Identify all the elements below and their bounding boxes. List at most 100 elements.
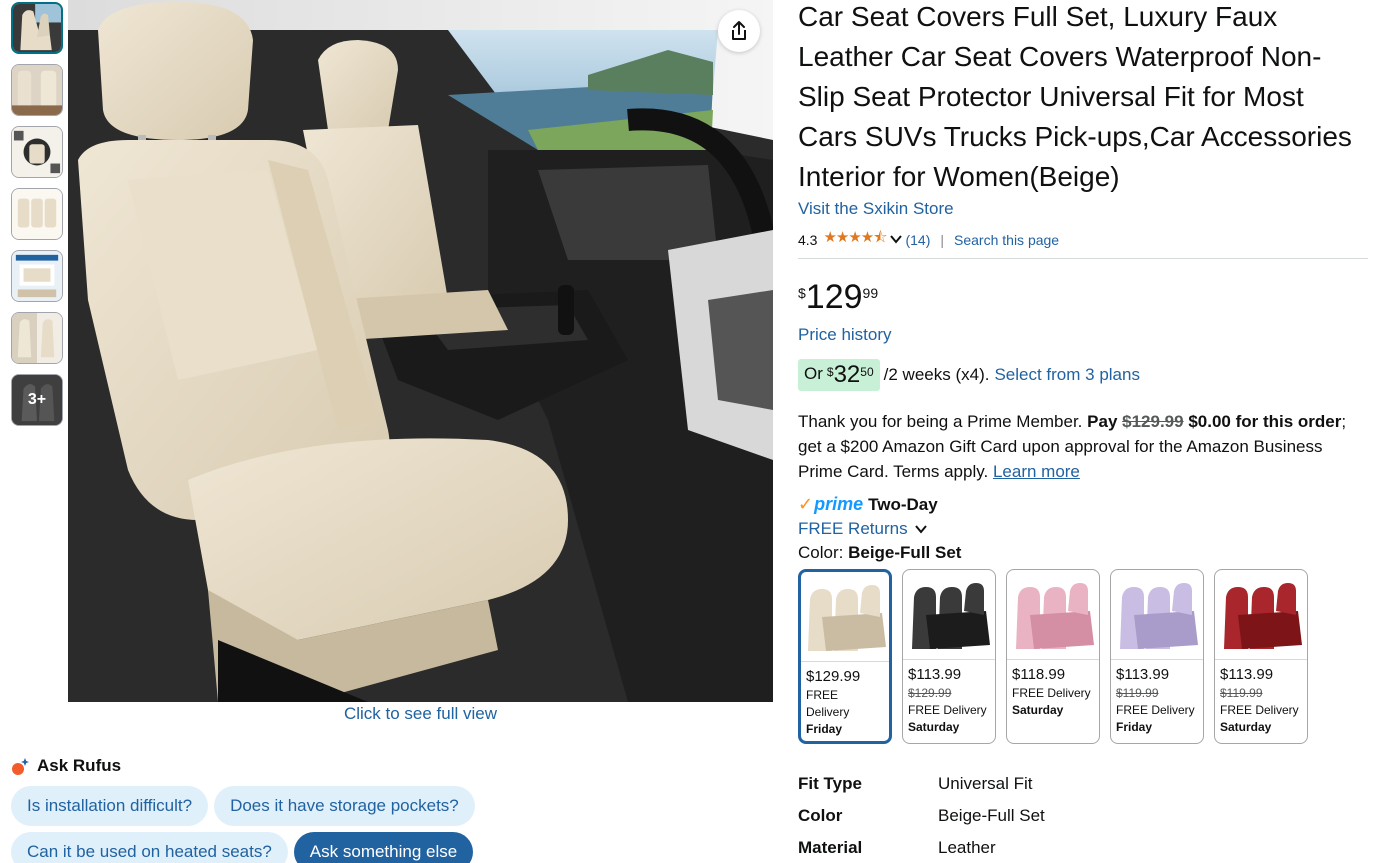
swatch-old-price: $119.99 bbox=[1220, 686, 1263, 700]
spec-row: Fit Type Universal Fit bbox=[798, 768, 1368, 800]
swatch-old-price: $129.99 bbox=[908, 686, 952, 700]
installment-whole: 32 bbox=[833, 361, 861, 388]
installment-offer: Or $ 32 50 /2 weeks (x4). Select from 3 … bbox=[798, 359, 1368, 391]
price-fraction: 99 bbox=[862, 285, 879, 301]
rating-count-link[interactable]: (14) bbox=[905, 232, 930, 248]
free-returns-label: FREE Returns bbox=[798, 519, 908, 538]
swatch-delivery-day: Saturday bbox=[1220, 720, 1272, 734]
color-swatch[interactable]: $118.99 FREE Delivery Saturday bbox=[1006, 569, 1100, 744]
swatch-delivery-day: Friday bbox=[1116, 720, 1153, 734]
product-page: 3+ Click to see full view Ask Rufus Is i… bbox=[0, 0, 1375, 863]
search-page-link[interactable]: Search this page bbox=[954, 232, 1059, 248]
swatch-info: $113.99 $129.99 FREE Delivery Saturday bbox=[903, 660, 995, 741]
color-swatch[interactable]: $113.99 $119.99 FREE Delivery Friday bbox=[1110, 569, 1204, 744]
prime-logo: ✓ prime bbox=[798, 494, 863, 515]
swatch-delivery-day: Friday bbox=[806, 722, 843, 736]
ask-rufus-section: Ask Rufus Is installation difficult? Doe… bbox=[11, 756, 511, 863]
swatch-price: $129.99 bbox=[806, 668, 861, 685]
swatch-price: $118.99 bbox=[1012, 666, 1066, 683]
prime-offer-new-price: $0.00 for this order bbox=[1188, 412, 1342, 431]
swatch-price: $113.99 bbox=[908, 666, 962, 683]
rufus-chip[interactable]: Does it have storage pockets? bbox=[214, 786, 475, 826]
thumbnail-5[interactable] bbox=[11, 250, 63, 302]
swatch-info: $118.99 FREE Delivery Saturday bbox=[1007, 660, 1099, 724]
swatch-image bbox=[1007, 570, 1099, 660]
price-symbol: $ bbox=[798, 285, 806, 301]
installment-terms: /2 weeks (x4). bbox=[883, 365, 990, 384]
prime-offer-pay: Pay bbox=[1087, 412, 1118, 431]
free-returns-link[interactable]: FREE Returns bbox=[798, 519, 1368, 539]
swatch-info: $129.99 FREE Delivery Friday bbox=[801, 662, 889, 741]
thumbnail-6[interactable] bbox=[11, 312, 63, 364]
rating-row: 4.3 ★★★★⯪ (14) | Search this page bbox=[798, 227, 1368, 259]
swatch-price: $113.99 bbox=[1220, 666, 1274, 683]
rufus-icon bbox=[11, 756, 31, 776]
price: $ 129 99 bbox=[798, 279, 1368, 315]
spec-key: Material bbox=[798, 838, 863, 857]
color-selection: Color: Beige-Full Set bbox=[798, 543, 1368, 563]
chevron-down-icon bbox=[914, 525, 927, 534]
share-icon bbox=[732, 21, 746, 40]
swatch-delivery: FREE Delivery bbox=[1012, 686, 1091, 700]
swatch-price: $113.99 bbox=[1116, 666, 1170, 683]
rating-value: 4.3 bbox=[798, 231, 818, 248]
installment-symbol: $ bbox=[826, 365, 834, 379]
thumbnail-4[interactable] bbox=[11, 188, 63, 240]
spec-value: Leather bbox=[938, 838, 996, 857]
ask-something-else-button[interactable]: Ask something else bbox=[293, 832, 474, 863]
swatch-old-price: $119.99 bbox=[1116, 686, 1159, 700]
share-button[interactable] bbox=[718, 10, 760, 52]
rufus-chip[interactable]: Is installation difficult? bbox=[11, 786, 209, 826]
rufus-chip[interactable]: Can it be used on heated seats? bbox=[11, 832, 288, 863]
thumbnail-strip: 3+ bbox=[11, 2, 63, 436]
price-history-link[interactable]: Price history bbox=[798, 325, 1368, 345]
rufus-chips: Is installation difficult? Does it have … bbox=[11, 786, 511, 863]
color-swatches: $129.99 FREE Delivery Friday $113.99 $129.99… bbox=[798, 569, 1368, 744]
prime-offer-intro: Thank you for being a Prime Member. bbox=[798, 412, 1083, 431]
spec-key: Fit Type bbox=[798, 774, 862, 793]
color-swatch[interactable]: $129.99 FREE Delivery Friday bbox=[798, 569, 892, 744]
select-plans-link[interactable]: Select from 3 plans bbox=[994, 365, 1140, 385]
swatch-image bbox=[801, 572, 889, 662]
swatch-info: $113.99 $119.99 FREE Delivery Friday bbox=[1111, 660, 1203, 741]
spec-row: Material Leather bbox=[798, 832, 1368, 863]
full-view-link[interactable]: Click to see full view bbox=[68, 704, 773, 724]
thumbnail-more[interactable]: 3+ bbox=[11, 374, 63, 426]
product-info: Car Seat Covers Full Set, Luxury Faux Le… bbox=[798, 0, 1368, 863]
thumbnail-2[interactable] bbox=[11, 64, 63, 116]
learn-more-link[interactable]: Learn more bbox=[993, 462, 1080, 481]
prime-card-offer: Thank you for being a Prime Member. Pay … bbox=[798, 409, 1368, 484]
store-link[interactable]: Visit the Sxikin Store bbox=[798, 199, 1368, 219]
spec-key: Color bbox=[798, 806, 843, 825]
divider: | bbox=[940, 231, 945, 248]
swatch-delivery-day: Saturday bbox=[1012, 703, 1064, 717]
star-rating-icon[interactable]: ★★★★⯪ bbox=[823, 227, 887, 252]
color-swatch[interactable]: $113.99 $119.99 FREE Delivery Saturday bbox=[1214, 569, 1308, 744]
spec-row: Color Beige-Full Set bbox=[798, 800, 1368, 832]
thumbnail-1[interactable] bbox=[11, 2, 63, 54]
prime-offer-old-price: $129.99 bbox=[1122, 412, 1184, 431]
swatch-delivery-day: Saturday bbox=[908, 720, 960, 734]
color-swatch[interactable]: $113.99 $129.99 FREE Delivery Saturday bbox=[902, 569, 996, 744]
main-product-image[interactable] bbox=[68, 0, 773, 702]
chevron-down-icon[interactable] bbox=[890, 233, 903, 247]
swatch-image bbox=[1215, 570, 1307, 660]
swatch-image bbox=[1111, 570, 1203, 660]
spec-value: Universal Fit bbox=[938, 774, 1033, 793]
thumbnail-3[interactable] bbox=[11, 126, 63, 178]
prime-logo-text: prime bbox=[814, 494, 864, 514]
spec-value: Beige-Full Set bbox=[938, 806, 1045, 825]
product-specs: Fit Type Universal Fit Color Beige-Full … bbox=[798, 768, 1368, 863]
swatch-delivery: FREE Delivery bbox=[908, 703, 987, 717]
swatch-image bbox=[903, 570, 995, 660]
product-title: Car Seat Covers Full Set, Luxury Faux Le… bbox=[798, 1, 1352, 192]
swatch-info: $113.99 $119.99 FREE Delivery Saturday bbox=[1215, 660, 1307, 741]
rufus-title: Ask Rufus bbox=[37, 756, 122, 775]
more-thumbs-label: 3+ bbox=[27, 391, 47, 408]
installment-prefix: Or bbox=[804, 364, 823, 383]
installment-price-badge: Or $ 32 50 bbox=[798, 359, 880, 391]
color-value: Beige-Full Set bbox=[848, 543, 962, 562]
color-label: Color: bbox=[798, 543, 844, 562]
price-whole: 129 bbox=[805, 278, 863, 316]
swatch-delivery: FREE Delivery bbox=[1220, 703, 1299, 717]
